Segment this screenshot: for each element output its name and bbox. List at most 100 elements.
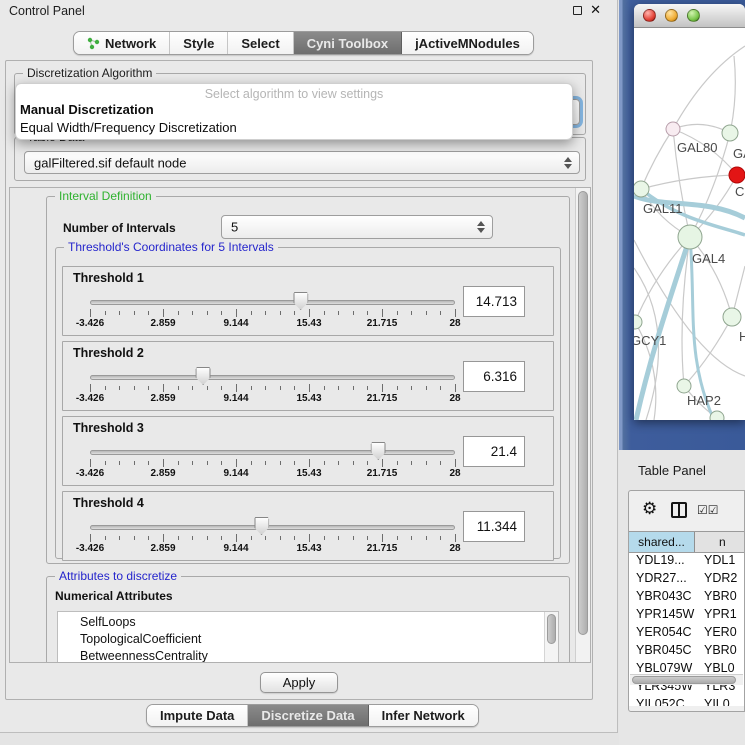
- threshold-4-slider[interactable]: -3.4262.8599.14415.4321.71528: [90, 492, 455, 562]
- network-node-selected[interactable]: [729, 167, 745, 183]
- popup-option-manual-discretization[interactable]: Manual Discretization: [16, 101, 572, 119]
- slider-tick-labels: -3.4262.8599.14415.4321.71528: [90, 468, 455, 480]
- svg-text:GAL4: GAL4: [692, 251, 725, 266]
- slider-ticks: [90, 534, 455, 542]
- table-row[interactable]: YIL052CYIL0: [629, 697, 744, 706]
- table-row[interactable]: YBR045CYBR0: [629, 643, 744, 661]
- table-data-group: Table Data galFiltered.sif default node: [14, 137, 586, 181]
- table-data-combobox[interactable]: galFiltered.sif default node: [24, 151, 580, 174]
- network-node[interactable]: [634, 315, 642, 329]
- float-window-icon[interactable]: [573, 6, 582, 15]
- discretization-algorithm-title: Discretization Algorithm: [23, 66, 156, 80]
- network-window-titlebar[interactable]: [634, 4, 745, 28]
- columns-icon[interactable]: [671, 502, 687, 518]
- number-of-intervals-label: Number of Intervals: [63, 221, 176, 235]
- network-icon: [87, 37, 100, 50]
- attributes-group-title: Attributes to discretize: [55, 569, 181, 583]
- table-data-value: galFiltered.sif default node: [34, 155, 186, 170]
- table-row[interactable]: YPR145WYPR1: [629, 607, 744, 625]
- slider-tick-labels: -3.4262.8599.14415.4321.71528: [90, 393, 455, 405]
- threshold-1-panel: Threshold 1 -3.4262.8599.14415.4321.7152…: [62, 266, 554, 336]
- tab-network[interactable]: Network: [74, 32, 170, 54]
- popup-option-equal-width-frequency[interactable]: Equal Width/Frequency Discretization: [16, 119, 572, 137]
- screen: Control Panel ✕ Network Style Select Cyn…: [0, 0, 745, 745]
- table-panel-title: Table Panel: [638, 463, 706, 478]
- scrollbar-thumb[interactable]: [632, 676, 736, 684]
- network-canvas[interactable]: GAL80 GA C GAL11 GAL4 GCY1 H HAP2: [634, 28, 745, 420]
- network-node-gal4[interactable]: [678, 225, 702, 249]
- network-node[interactable]: [710, 411, 724, 420]
- algorithm-dropdown-popup: Select algorithm to view settings Manual…: [15, 83, 573, 140]
- settings-scrollpane: Interval Definition Number of Intervals …: [9, 187, 591, 663]
- slider-thumb[interactable]: [254, 517, 269, 535]
- numerical-attributes-label: Numerical Attributes: [55, 589, 173, 603]
- tab-impute-data[interactable]: Impute Data: [147, 705, 248, 726]
- tab-infer-network[interactable]: Infer Network: [369, 705, 478, 726]
- settings-scrollbar[interactable]: [575, 188, 590, 662]
- gear-icon[interactable]: ⚙: [642, 499, 657, 519]
- select-columns-icon[interactable]: ☑☑: [697, 503, 719, 517]
- list-scrollbar[interactable]: [544, 612, 558, 663]
- close-icon[interactable]: ✕: [590, 4, 601, 16]
- network-view-window: GAL80 GA C GAL11 GAL4 GCY1 H HAP2: [634, 4, 745, 420]
- attributes-group: Attributes to discretize Numerical Attri…: [46, 576, 570, 663]
- threshold-1-value-field[interactable]: 14.713: [463, 286, 525, 317]
- slider-thumb[interactable]: [293, 292, 308, 310]
- threshold-3-value-field[interactable]: 21.4: [463, 436, 525, 467]
- threshold-2-slider[interactable]: -3.4262.8599.14415.4321.71528: [90, 342, 455, 412]
- threshold-3-slider[interactable]: -3.4262.8599.14415.4321.71528: [90, 417, 455, 487]
- interval-definition-group: Interval Definition Number of Intervals …: [46, 196, 570, 564]
- network-node[interactable]: [666, 122, 680, 136]
- window-title: Control Panel: [9, 4, 85, 18]
- tab-discretize-data[interactable]: Discretize Data: [248, 705, 368, 726]
- table-row[interactable]: YDL19...YDL1: [629, 553, 744, 571]
- tab-cyni-toolbox[interactable]: Cyni Toolbox: [294, 32, 402, 54]
- threshold-coordinates-title: Threshold's Coordinates for 5 Intervals: [64, 240, 278, 254]
- table-header-row: shared... n: [629, 531, 744, 553]
- threshold-4-panel: Threshold 4 -3.4262.8599.14415.4321.7152…: [62, 491, 554, 561]
- threshold-4-value-field[interactable]: 11.344: [463, 511, 525, 542]
- slider-thumb[interactable]: [196, 367, 211, 385]
- svg-text:GCY1: GCY1: [634, 333, 666, 348]
- close-traffic-light-icon[interactable]: [643, 9, 656, 22]
- minimize-traffic-light-icon[interactable]: [665, 9, 678, 22]
- network-node[interactable]: [723, 308, 741, 326]
- network-node[interactable]: [634, 181, 649, 197]
- network-node[interactable]: [677, 379, 691, 393]
- slider-track: [90, 450, 455, 455]
- number-of-intervals-combobox[interactable]: 5: [221, 215, 493, 239]
- table-row[interactable]: YBR043CYBR0: [629, 589, 744, 607]
- scrollbar-thumb[interactable]: [578, 191, 588, 635]
- svg-text:HAP2: HAP2: [687, 393, 721, 408]
- slider-thumb[interactable]: [371, 442, 386, 460]
- network-node[interactable]: [722, 125, 738, 141]
- threshold-coordinates-group: Threshold's Coordinates for 5 Intervals …: [55, 247, 561, 559]
- table-toolbar: ⚙ ☑☑: [629, 491, 744, 531]
- table-horizontal-scrollbar[interactable]: [630, 674, 743, 685]
- popup-prompt: Select algorithm to view settings: [16, 87, 572, 101]
- slider-ticks: [90, 459, 455, 467]
- tab-style[interactable]: Style: [170, 32, 228, 54]
- tab-select[interactable]: Select: [228, 32, 293, 54]
- combo-arrows-icon: [477, 221, 485, 233]
- column-header-name[interactable]: n: [695, 532, 744, 552]
- list-item[interactable]: BetweennessCentrality: [58, 648, 558, 663]
- svg-text:GAL80: GAL80: [677, 140, 717, 155]
- numerical-attributes-list[interactable]: SelfLoops TopologicalCoefficient Between…: [57, 611, 559, 663]
- column-header-shared-name[interactable]: shared...: [629, 532, 695, 552]
- threshold-2-panel: Threshold 2 -3.4262.8599.14415.4321.7152…: [62, 341, 554, 411]
- zoom-traffic-light-icon[interactable]: [687, 9, 700, 22]
- interval-definition-title: Interval Definition: [55, 189, 156, 203]
- slider-tick-labels: -3.4262.8599.14415.4321.71528: [90, 318, 455, 330]
- slider-tick-labels: -3.4262.8599.14415.4321.71528: [90, 543, 455, 555]
- tab-network-label: Network: [105, 36, 156, 51]
- threshold-1-slider[interactable]: -3.4262.8599.14415.4321.71528: [90, 267, 455, 337]
- table-row[interactable]: YDR27...YDR2: [629, 571, 744, 589]
- list-item[interactable]: TopologicalCoefficient: [58, 631, 558, 648]
- table-row[interactable]: YER054CYER0: [629, 625, 744, 643]
- apply-button[interactable]: Apply: [260, 672, 338, 693]
- slider-ticks: [90, 384, 455, 392]
- tab-jactivemnodules[interactable]: jActiveMNodules: [402, 32, 533, 54]
- threshold-2-value-field[interactable]: 6.316: [463, 361, 525, 392]
- list-item[interactable]: SelfLoops: [58, 612, 558, 631]
